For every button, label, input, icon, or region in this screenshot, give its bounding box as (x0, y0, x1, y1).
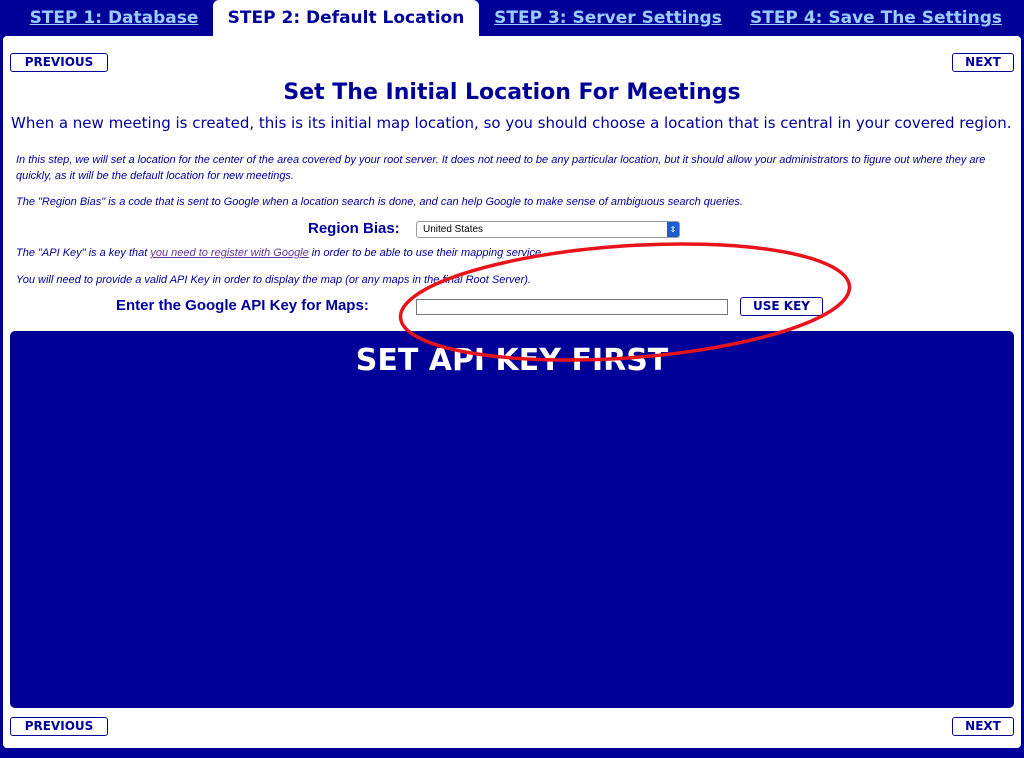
region-bias-value: United States (423, 224, 484, 235)
tab-step-3[interactable]: STEP 3: Server Settings (486, 0, 730, 37)
step-tabs: STEP 1: Database STEP 2: Default Locatio… (0, 0, 1024, 37)
api-key-label: Enter the Google API Key for Maps: (116, 297, 369, 314)
tab-step-2[interactable]: STEP 2: Default Location (213, 0, 479, 37)
tab-step-1[interactable]: STEP 1: Database (18, 0, 210, 37)
next-button-bottom[interactable]: NEXT (952, 717, 1014, 736)
select-arrows-icon: ⇕ (667, 222, 679, 237)
region-bias-select[interactable]: United States ⇕ (416, 221, 680, 238)
tab-step-4-link[interactable]: STEP 4: Save The Settings (750, 8, 1002, 28)
next-button-top[interactable]: NEXT (952, 53, 1014, 72)
api-info-post: in order to be able to use their mapping… (308, 247, 545, 259)
register-google-link[interactable]: you need to register with Google (150, 247, 308, 259)
page-title: Set The Initial Location For Meetings (283, 80, 741, 105)
map-area: SET API KEY FIRST (10, 331, 1014, 708)
tab-step-3-link[interactable]: STEP 3: Server Settings (494, 8, 722, 28)
tab-step-4[interactable]: STEP 4: Save The Settings (740, 0, 1012, 37)
tab-step-1-link[interactable]: STEP 1: Database (30, 8, 199, 28)
use-key-button[interactable]: USE KEY (740, 297, 823, 316)
page-subtitle: When a new meeting is created, this is i… (11, 114, 1012, 132)
api-info-pre: The "API Key" is a key that (16, 247, 151, 259)
previous-button-bottom[interactable]: PREVIOUS (10, 717, 108, 736)
map-message: SET API KEY FIRST (355, 343, 669, 378)
region-info-text: The "Region Bias" is a code that is sent… (16, 196, 743, 208)
api-key-input[interactable] (416, 299, 728, 315)
region-bias-label: Region Bias: (308, 220, 400, 237)
content-panel: PREVIOUS NEXT Set The Initial Location F… (3, 36, 1021, 748)
previous-button-top[interactable]: PREVIOUS (10, 53, 108, 72)
api-info-text: The "API Key" is a key that you need to … (16, 245, 1006, 261)
intro-text: In this step, we will set a location for… (16, 154, 986, 182)
api-required-text: You will need to provide a valid API Key… (16, 274, 532, 286)
